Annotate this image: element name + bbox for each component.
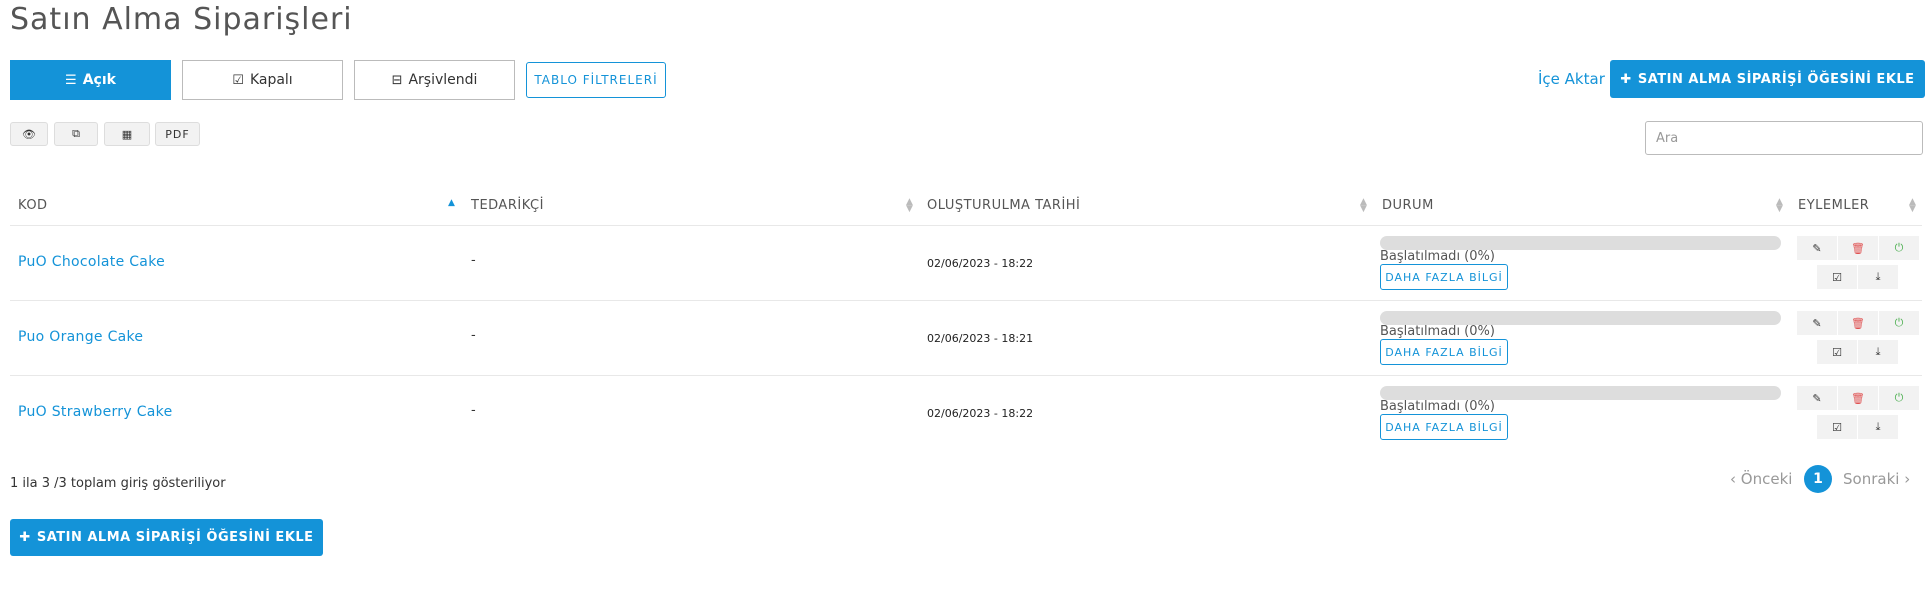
check-square-icon: ☑ [232,72,244,88]
column-header-status[interactable]: DURUM [1382,198,1434,213]
header-divider [10,225,1922,226]
power-icon: ⏻ [1894,391,1904,404]
toggle-button[interactable]: ⏻ [1879,386,1919,410]
delete-button[interactable]: 🗑 [1838,311,1878,335]
created-date-cell: 02/06/2023 - 18:21 [927,332,1034,345]
sort-icon[interactable]: ▲ ▼ [1360,198,1367,214]
complete-button[interactable]: ☑ [1817,340,1857,364]
pagination-info: 1 ila 3 /3 toplam giriş gösteriliyor [10,476,226,491]
column-header-code[interactable]: KOD [18,198,48,213]
edit-button[interactable]: ✎ [1797,386,1837,410]
trash-icon: 🗑 [1851,241,1865,255]
sort-icon[interactable]: ▲ ▼ [1909,198,1916,214]
list-icon: ☰ [65,72,77,88]
edit-button[interactable]: ✎ [1797,311,1837,335]
plus-icon: ✚ [19,530,31,545]
table-filters-button[interactable]: TABLO FİLTRELERİ [526,62,666,98]
download-button[interactable]: ⤓ [1858,265,1898,289]
add-purchase-order-button[interactable]: ✚ SATIN ALMA SİPARİŞİ ÖĞESİNİ EKLE [1610,60,1925,98]
order-code-link[interactable]: PuO Strawberry Cake [18,404,172,420]
complete-button[interactable]: ☑ [1817,415,1857,439]
more-info-button[interactable]: DAHA FAZLA BİLGİ [1380,339,1508,365]
delete-button[interactable]: 🗑 [1838,236,1878,260]
trash-icon: 🗑 [1851,391,1865,405]
tab-closed[interactable]: ☑ Kapalı [182,60,343,100]
pagination-next[interactable]: Sonraki › [1843,470,1910,488]
sort-icon[interactable]: ▲ ▼ [1776,198,1783,214]
check-square-icon: ☑ [1832,345,1842,359]
download-button[interactable]: ⤓ [1858,415,1898,439]
import-link[interactable]: İçe Aktar [1538,70,1605,88]
check-square-icon: ☑ [1832,420,1842,434]
pagination-next-label: Sonraki [1843,470,1900,488]
supplier-cell: - [471,403,476,418]
chevron-left-icon: ‹ [1730,470,1736,488]
download-icon: ⤓ [1875,270,1881,283]
tab-closed-label: Kapalı [249,72,293,88]
supplier-cell: - [471,328,476,343]
inbox-icon: ⊟ [391,72,403,88]
complete-button[interactable]: ☑ [1817,265,1857,289]
row-divider [10,300,1922,301]
table-icon: ▦ [121,127,133,141]
delete-button[interactable]: 🗑 [1838,386,1878,410]
search-input[interactable] [1645,121,1923,155]
row-divider [10,375,1922,376]
progress-bar [1380,236,1781,250]
more-info-button[interactable]: DAHA FAZLA BİLGİ [1380,414,1508,440]
order-code-link[interactable]: PuO Chocolate Cake [18,254,165,270]
download-icon: ⤓ [1875,345,1881,358]
pagination-previous[interactable]: ‹ Önceki [1730,470,1792,488]
purchase-orders-page: Satın Alma Siparişleri ☰ Açık ☑ Kapalı ⊟… [0,0,1932,597]
status-text: Başlatılmadı (0%) [1380,249,1495,264]
supplier-cell: - [471,253,476,268]
edit-icon: ✎ [1812,316,1822,330]
sort-icon[interactable]: ▲ ▼ [906,198,913,214]
status-text: Başlatılmadı (0%) [1380,399,1495,414]
tab-archived-label: Arşivlendi [408,72,478,88]
pdf-export-button[interactable]: PDF [155,122,200,146]
download-button[interactable]: ⤓ [1858,340,1898,364]
page-title: Satın Alma Siparişleri [10,2,353,37]
column-header-created-date[interactable]: OLUŞTURULMA TARİHİ [927,198,1080,213]
status-text: Başlatılmadı (0%) [1380,324,1495,339]
column-header-actions[interactable]: EYLEMLER [1798,198,1869,213]
check-square-icon: ☑ [1832,270,1842,284]
trash-icon: 🗑 [1851,316,1865,330]
chevron-right-icon: › [1904,470,1911,488]
add-purchase-order-bottom-button[interactable]: ✚ SATIN ALMA SİPARİŞİ ÖĞESİNİ EKLE [10,519,323,556]
column-visibility-button[interactable]: 👁 [10,122,48,146]
created-date-cell: 02/06/2023 - 18:22 [927,257,1034,270]
download-icon: ⤓ [1875,420,1881,433]
toggle-button[interactable]: ⏻ [1879,236,1919,260]
edit-icon: ✎ [1812,241,1822,255]
progress-bar [1380,386,1781,400]
progress-bar [1380,311,1781,325]
csv-export-button[interactable]: ▦ [104,122,150,146]
pagination-previous-label: Önceki [1740,470,1793,488]
tab-open-label: Açık [82,72,116,88]
eye-icon: 👁 [22,127,36,141]
power-icon: ⏻ [1894,316,1904,329]
copy-icon: ⧉ [72,127,80,140]
more-info-button[interactable]: DAHA FAZLA BİLGİ [1380,264,1508,290]
add-purchase-order-label: SATIN ALMA SİPARİŞİ ÖĞESİNİ EKLE [1637,71,1915,87]
created-date-cell: 02/06/2023 - 18:22 [927,407,1034,420]
add-purchase-order-bottom-label: SATIN ALMA SİPARİŞİ ÖĞESİNİ EKLE [36,530,314,545]
tab-archived[interactable]: ⊟ Arşivlendi [354,60,515,100]
plus-icon: ✚ [1620,71,1632,87]
order-code-link[interactable]: Puo Orange Cake [18,329,143,345]
edit-icon: ✎ [1812,391,1822,405]
copy-button[interactable]: ⧉ [54,122,98,146]
tab-open[interactable]: ☰ Açık [10,60,171,100]
sort-asc-icon[interactable]: ▲ [448,199,455,208]
power-icon: ⏻ [1894,241,1904,254]
column-header-supplier[interactable]: TEDARİKÇİ [471,198,544,213]
edit-button[interactable]: ✎ [1797,236,1837,260]
pagination-page-current[interactable]: 1 [1804,465,1832,493]
toggle-button[interactable]: ⏻ [1879,311,1919,335]
